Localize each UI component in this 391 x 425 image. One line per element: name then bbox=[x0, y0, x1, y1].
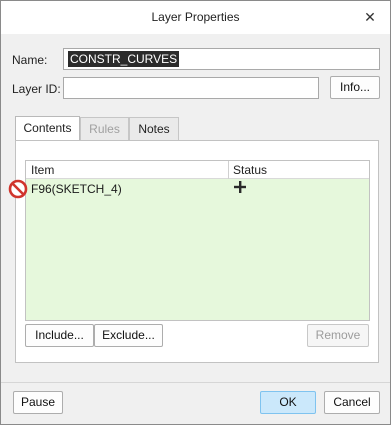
ok-button[interactable]: OK bbox=[260, 391, 316, 414]
no-entry-icon bbox=[8, 179, 28, 199]
layer-id-label: Layer ID: bbox=[12, 82, 61, 96]
plus-icon bbox=[234, 181, 246, 193]
name-input[interactable]: CONSTR_CURVES bbox=[63, 48, 380, 70]
layer-properties-dialog: Layer Properties ✕ Name: CONSTR_CURVES L… bbox=[0, 0, 391, 425]
include-button[interactable]: Include... bbox=[25, 324, 94, 347]
remove-button[interactable]: Remove bbox=[307, 324, 369, 347]
cancel-button[interactable]: Cancel bbox=[324, 391, 380, 414]
tab-rules[interactable]: Rules bbox=[80, 117, 129, 140]
exclude-button[interactable]: Exclude... bbox=[94, 324, 163, 347]
table-row[interactable]: F96(SKETCH_4) bbox=[26, 180, 369, 198]
tab-contents[interactable]: Contents bbox=[15, 116, 80, 141]
name-label: Name: bbox=[12, 53, 48, 67]
close-icon[interactable]: ✕ bbox=[357, 5, 383, 29]
pause-button[interactable]: Pause bbox=[13, 391, 63, 414]
footer-divider bbox=[1, 382, 390, 383]
layer-id-input[interactable] bbox=[63, 77, 319, 99]
info-button[interactable]: Info... bbox=[330, 76, 380, 99]
dialog-title: Layer Properties bbox=[151, 10, 240, 24]
table-header: Item Status bbox=[26, 161, 369, 179]
column-divider[interactable] bbox=[228, 161, 229, 179]
name-input-value: CONSTR_CURVES bbox=[68, 51, 180, 67]
row-item-name: F96(SKETCH_4) bbox=[31, 182, 122, 196]
title-bar: Layer Properties ✕ bbox=[1, 1, 390, 34]
tab-notes[interactable]: Notes bbox=[129, 117, 179, 140]
contents-table[interactable]: Item Status F96(SKETCH_4) bbox=[25, 160, 370, 321]
column-header-status[interactable]: Status bbox=[233, 163, 267, 177]
column-header-item[interactable]: Item bbox=[31, 163, 54, 177]
